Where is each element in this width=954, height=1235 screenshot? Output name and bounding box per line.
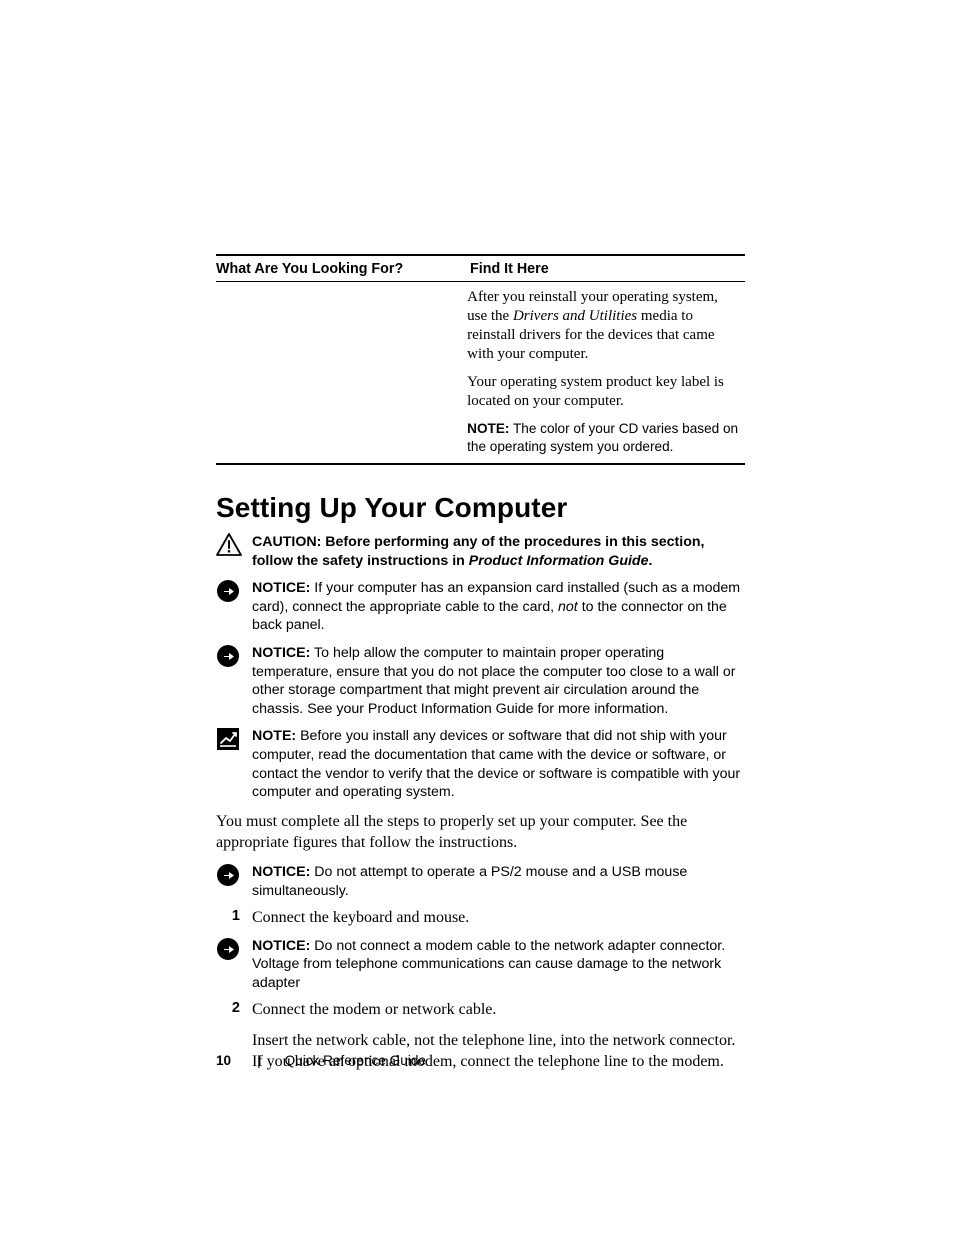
notice-icon [216, 937, 252, 993]
notice-label: NOTICE: [252, 864, 310, 880]
notice-label: NOTICE: [252, 938, 310, 954]
notice-block: NOTICE: Do not connect a modem cable to … [216, 937, 745, 993]
text-italic: Drivers and Utilities [513, 308, 637, 324]
table-cell-right: After you reinstall your operating syste… [467, 288, 745, 455]
text-run: To help allow the computer to maintain p… [252, 645, 735, 717]
caution-text: CAUTION: Before performing any of the pr… [252, 533, 745, 570]
caution-label: CAUTION: [252, 534, 325, 550]
note-cd-color: NOTE: The color of your CD varies based … [467, 420, 739, 455]
table-cell-left [216, 288, 467, 455]
note-text: NOTE: Before you install any devices or … [252, 727, 745, 801]
notice-label: NOTICE: [252, 645, 310, 661]
caution-block: CAUTION: Before performing any of the pr… [216, 533, 745, 570]
note-icon [216, 727, 252, 801]
note-block: NOTE: Before you install any devices or … [216, 727, 745, 801]
step-text: Connect the keyboard and mouse. [252, 907, 745, 928]
text-run: Before you install any devices or softwa… [252, 728, 740, 800]
table-header-row: What Are You Looking For? Find It Here [216, 256, 745, 282]
notice-text: NOTICE: Do not attempt to operate a PS/2… [252, 863, 745, 900]
caution-icon [216, 533, 252, 570]
text-run: Do not attempt to operate a PS/2 mouse a… [252, 864, 687, 899]
text-italic: not [558, 599, 582, 615]
footer-title: Quick Reference Guide [285, 1053, 426, 1068]
reinstall-paragraph: After you reinstall your operating syste… [467, 288, 739, 364]
section-heading: Setting Up Your Computer [216, 492, 745, 524]
page-footer: 10 | Quick Reference Guide [216, 1053, 426, 1068]
page-number: 10 [216, 1053, 231, 1068]
notice-text: NOTICE: If your computer has an expansio… [252, 579, 745, 635]
document-page: What Are You Looking For? Find It Here A… [0, 0, 954, 1235]
notice-icon [216, 579, 252, 635]
table-body-row: After you reinstall your operating syste… [216, 282, 745, 463]
text-run: Do not connect a modem cable to the netw… [252, 938, 725, 991]
body-paragraph: You must complete all the steps to prope… [216, 811, 745, 854]
note-label: NOTE: [252, 728, 296, 744]
step-number: 1 [216, 907, 252, 928]
notice-block: NOTICE: To help allow the computer to ma… [216, 644, 745, 718]
step-main: Connect the modem or network cable. [252, 1001, 496, 1018]
note-label: NOTE: [467, 421, 509, 436]
lookup-table: What Are You Looking For? Find It Here A… [216, 254, 745, 465]
table-header-left: What Are You Looking For? [216, 261, 470, 277]
step-row: 1 Connect the keyboard and mouse. [216, 907, 745, 928]
notice-text: NOTICE: To help allow the computer to ma… [252, 644, 745, 718]
notice-text: NOTICE: Do not connect a modem cable to … [252, 937, 745, 993]
notice-block: NOTICE: If your computer has an expansio… [216, 579, 745, 635]
footer-separator: | [257, 1053, 261, 1068]
text-bold-italic: Product Information Guide [469, 553, 649, 569]
table-header-right: Find It Here [470, 261, 745, 277]
product-key-paragraph: Your operating system product key label … [467, 373, 739, 411]
notice-icon [216, 863, 252, 900]
notice-block: NOTICE: Do not attempt to operate a PS/2… [216, 863, 745, 900]
notice-icon [216, 644, 252, 718]
notice-label: NOTICE: [252, 580, 310, 596]
text-run: . [649, 553, 653, 569]
